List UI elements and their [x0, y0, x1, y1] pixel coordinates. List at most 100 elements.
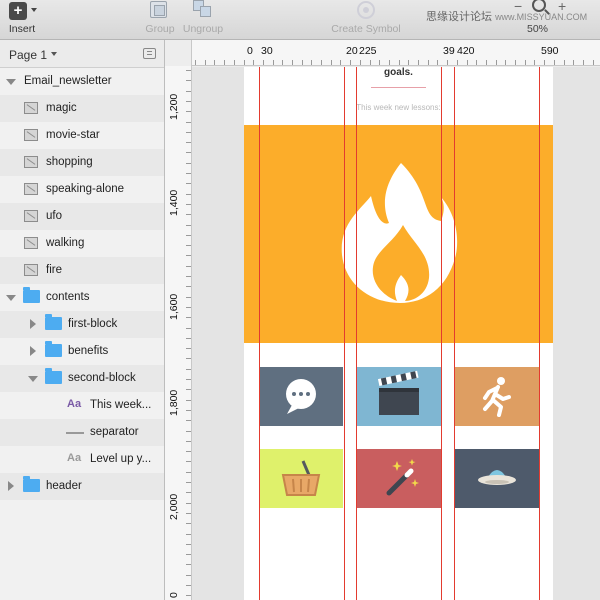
layer-movie-star[interactable]: movie-star	[0, 122, 164, 149]
vertical-ruler[interactable]: 1,200 1,400 1,600 1,800 2,000 0	[165, 66, 192, 600]
text-layer-icon: Aa	[67, 398, 82, 410]
layer-label: ufo	[46, 210, 62, 222]
tile-speaking-alone[interactable]	[259, 367, 343, 426]
ruler-tick	[593, 60, 594, 65]
layer-this-week[interactable]: Aa This week...	[0, 392, 164, 419]
folder-icon	[45, 341, 62, 357]
magic-wand-icon	[386, 459, 419, 496]
layer-ufo[interactable]: ufo	[0, 203, 164, 230]
zoom-icon[interactable]	[532, 0, 546, 12]
ruler-tick	[186, 163, 191, 164]
zoom-controls: − + 50%	[510, 0, 570, 40]
canvas[interactable]: goals. This week new lessons:	[192, 67, 600, 600]
ruler-tick	[186, 513, 191, 514]
ruler-tick	[186, 307, 191, 308]
layer-level-up[interactable]: Aa Level up y...	[0, 446, 164, 473]
ruler-label: 0	[168, 592, 180, 598]
page-label: Page 1	[9, 48, 48, 62]
ruler-tick	[186, 194, 191, 195]
ruler-tick	[564, 60, 565, 65]
layer-separator[interactable]: separator	[0, 419, 164, 446]
ruler-label: 2,000	[168, 493, 180, 520]
fire-banner[interactable]	[244, 125, 553, 343]
week-lessons-text[interactable]: This week new lessons:	[244, 103, 553, 112]
ruler-tick	[186, 317, 191, 318]
ruler-tick	[186, 554, 191, 555]
ruler-tick	[244, 60, 245, 65]
layer-speaking-alone[interactable]: speaking-alone	[0, 176, 164, 203]
ruler-tick	[234, 60, 235, 65]
disclosure-down-icon[interactable]	[28, 376, 38, 382]
layer-benefits[interactable]: benefits	[0, 338, 164, 365]
ruler-label: 1,400	[168, 189, 180, 216]
layer-magic[interactable]: magic	[0, 95, 164, 122]
layer-contents[interactable]: contents	[0, 284, 164, 311]
ruler-tick	[399, 60, 400, 65]
image-layer-icon	[24, 156, 38, 168]
insert-button[interactable]: + Insert	[0, 0, 48, 40]
disclosure-down-icon[interactable]	[6, 79, 16, 85]
disclosure-down-icon[interactable]	[6, 295, 16, 301]
ruler-tick	[350, 60, 351, 65]
page-selector[interactable]: Page 1	[0, 40, 164, 68]
guide-line[interactable]	[259, 67, 260, 600]
email-artboard[interactable]: goals. This week new lessons:	[244, 67, 553, 600]
ruler-tick	[186, 111, 191, 112]
layer-first-block[interactable]: first-block	[0, 311, 164, 338]
zoom-in-button[interactable]: +	[558, 0, 566, 14]
disclosure-right-icon[interactable]	[8, 481, 14, 491]
guide-line[interactable]	[356, 67, 357, 600]
guide-line[interactable]	[344, 67, 345, 600]
ruler-label: 1,800	[168, 389, 180, 416]
tile-movie-star[interactable]	[357, 367, 441, 426]
ruler-tick	[418, 60, 419, 65]
ruler-tick	[379, 60, 380, 65]
layer-label: first-block	[68, 318, 118, 330]
layer-label: separator	[90, 426, 139, 438]
tile-shopping[interactable]	[259, 449, 343, 508]
ruler-tick	[408, 60, 409, 65]
ungroup-icon	[193, 0, 213, 19]
ruler-tick	[573, 60, 574, 65]
guide-line[interactable]	[454, 67, 455, 600]
ruler-tick	[186, 91, 191, 92]
image-layer-icon	[24, 237, 38, 249]
ruler-tick	[186, 503, 191, 504]
layer-header[interactable]: header	[0, 473, 164, 500]
layer-label: Level up y...	[90, 453, 152, 465]
ruler-tick	[428, 60, 429, 65]
layer-fire[interactable]: fire	[0, 257, 164, 284]
ruler-tick	[186, 523, 191, 524]
layer-label: This week...	[90, 399, 152, 411]
layer-shopping[interactable]: shopping	[0, 149, 164, 176]
ruler-label: 39	[443, 45, 455, 57]
zoom-out-button[interactable]: −	[514, 0, 522, 14]
ruler-tick	[186, 564, 191, 565]
zoom-value: 50%	[527, 23, 549, 35]
guide-line[interactable]	[539, 67, 540, 600]
separator-line[interactable]	[371, 87, 426, 88]
tile-ufo[interactable]	[455, 449, 539, 508]
guide-line[interactable]	[441, 67, 442, 600]
layer-email-newsletter[interactable]: Email_newsletter	[0, 68, 164, 95]
ruler-tick	[186, 70, 191, 71]
ruler-tick	[389, 60, 390, 65]
tile-walking[interactable]	[455, 367, 539, 426]
pages-toggle-icon[interactable]	[143, 48, 156, 59]
layer-label: walking	[46, 237, 85, 249]
layer-second-block[interactable]: second-block	[0, 365, 164, 392]
horizontal-ruler[interactable]: 0 30 20 225 39 420 590	[165, 40, 600, 66]
ruler-tick	[496, 60, 497, 65]
ruler-tick	[340, 60, 341, 65]
basket-icon	[281, 460, 321, 496]
ruler-tick	[195, 60, 196, 65]
disclosure-right-icon[interactable]	[30, 319, 36, 329]
disclosure-right-icon[interactable]	[30, 346, 36, 356]
ruler-tick	[186, 461, 191, 462]
layer-walking[interactable]: walking	[0, 230, 164, 257]
ruler-tick	[447, 60, 448, 65]
goals-text[interactable]: goals.	[244, 67, 553, 78]
ruler-tick	[302, 60, 303, 65]
tile-magic[interactable]	[357, 449, 441, 508]
ruler-tick	[186, 389, 191, 390]
